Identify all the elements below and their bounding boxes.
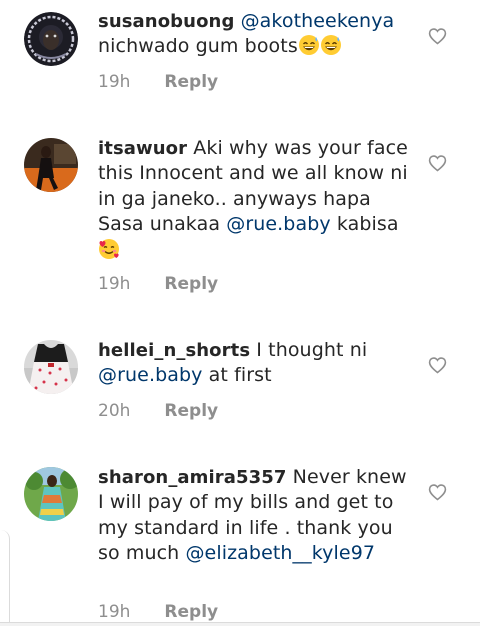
like-heart-icon[interactable] — [428, 483, 447, 501]
comment-username[interactable]: hellei_n_shorts — [98, 340, 250, 361]
avatar[interactable] — [24, 138, 78, 192]
comment-body: itsawuor Aki why was your face this Inno… — [98, 136, 416, 263]
comment-text: kabisa — [330, 213, 399, 236]
avatar-woman-outdoors-icon — [24, 467, 78, 521]
comment-time: 19h — [98, 602, 131, 622]
mention-link[interactable]: @elizabeth__kyle97 — [185, 542, 375, 564]
comment-meta: 19h Reply — [98, 274, 218, 294]
comment-username[interactable]: sharon_amira5357 — [98, 467, 287, 488]
grinning-sweat-emoji-icon — [298, 35, 319, 56]
comment-username[interactable]: susanobuong — [98, 11, 234, 32]
overlay-panel-edge — [0, 530, 10, 626]
comment-text: at first — [202, 364, 272, 387]
comment-time: 20h — [98, 401, 131, 421]
grinning-sweat-emoji-icon — [320, 35, 341, 56]
comment-body: sharon_amira5357 Never knew I will pay o… — [98, 465, 416, 567]
comment-meta: 19h Reply — [98, 602, 218, 622]
comment-time: 19h — [98, 274, 131, 294]
mention-link[interactable]: @rue.baby — [226, 213, 331, 235]
comment-meta: 20h Reply — [98, 401, 218, 421]
avatar[interactable] — [24, 467, 78, 521]
smiling-hearts-emoji-icon — [99, 238, 119, 259]
reply-button[interactable]: Reply — [164, 401, 218, 421]
comment-text: I thought ni — [250, 339, 368, 361]
mention-link[interactable]: @rue.baby — [98, 364, 203, 386]
avatar-dark-logo-icon — [24, 12, 78, 66]
avatar[interactable] — [24, 12, 78, 66]
like-heart-icon[interactable] — [428, 27, 447, 45]
comment-username[interactable]: itsawuor — [98, 138, 187, 159]
avatar-person-orange-icon — [24, 138, 78, 192]
like-heart-icon[interactable] — [428, 154, 447, 172]
comment-text: nichwado gum boots — [98, 35, 298, 58]
mention-link[interactable]: @akotheekenya — [241, 10, 395, 32]
comment-body: hellei_n_shorts I thought ni @rue.baby a… — [98, 338, 416, 389]
bottom-bar — [0, 622, 480, 626]
comment-time: 19h — [98, 72, 131, 92]
reply-button[interactable]: Reply — [164, 602, 218, 622]
reply-button[interactable]: Reply — [164, 72, 218, 92]
avatar[interactable] — [24, 340, 78, 394]
avatar-polka-dress-icon — [24, 340, 78, 394]
comment-body: susanobuong @akotheekenya nichwado gum b… — [98, 9, 416, 60]
reply-button[interactable]: Reply — [164, 274, 218, 294]
comments-panel: susanobuong @akotheekenya nichwado gum b… — [0, 0, 480, 626]
like-heart-icon[interactable] — [428, 356, 447, 374]
comment-meta: 19h Reply — [98, 72, 218, 92]
